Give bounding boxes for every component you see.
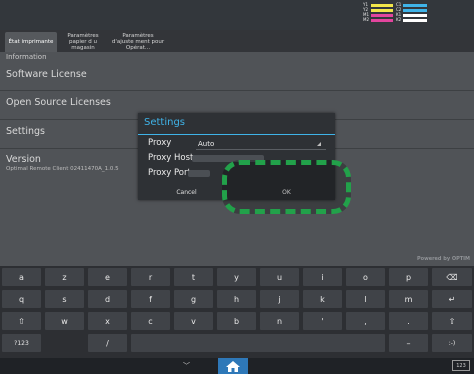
- toner-levels: Y1 Y2 M1 M2 C1 C2 K1 K2: [363, 3, 443, 28]
- key-j[interactable]: j: [260, 290, 299, 308]
- backspace-key-icon[interactable]: ⌫: [432, 268, 472, 286]
- settings-item[interactable]: Settings: [6, 126, 45, 137]
- toner-bar-y1: [371, 4, 393, 7]
- dialog-title-divider: [138, 134, 335, 135]
- key-m[interactable]: m: [389, 290, 428, 308]
- proxy-underline: [196, 149, 326, 150]
- toner-label-m2: M2: [363, 17, 369, 22]
- version-value: Optimal Remote Client 02411470A_1.0.5: [6, 166, 119, 172]
- key-g[interactable]: g: [174, 290, 213, 308]
- key-a[interactable]: a: [2, 268, 41, 286]
- key-n[interactable]: n: [260, 312, 299, 330]
- divider: [0, 90, 474, 91]
- key-z[interactable]: z: [45, 268, 84, 286]
- shift-left-key-icon[interactable]: ⇧: [2, 312, 41, 330]
- footer-strip: Powered by OPTIM: [0, 253, 474, 266]
- key-c[interactable]: c: [131, 312, 170, 330]
- navigation-bar: ﹀ 123: [0, 358, 474, 374]
- tab-printer-status[interactable]: État imprimante: [5, 32, 57, 52]
- ok-button-highlight: [222, 160, 351, 214]
- key-v[interactable]: v: [174, 312, 213, 330]
- toner-bar-c2: [403, 9, 427, 12]
- key-period[interactable]: .: [389, 312, 428, 330]
- key-u[interactable]: u: [260, 268, 299, 286]
- toner-bar-m2: [371, 19, 393, 22]
- key-i[interactable]: i: [303, 268, 342, 286]
- key-o[interactable]: o: [346, 268, 385, 286]
- shift-right-key-icon[interactable]: ⇧: [432, 312, 472, 330]
- key-f[interactable]: f: [131, 290, 170, 308]
- keyboard-mode-button[interactable]: 123: [452, 360, 470, 371]
- chevron-down-icon[interactable]: ﹀: [183, 361, 190, 371]
- proxy-port-label: Proxy Port: [148, 168, 191, 178]
- cancel-button[interactable]: Cancel: [138, 184, 235, 200]
- proxy-label: Proxy: [148, 138, 172, 148]
- key-s[interactable]: s: [45, 290, 84, 308]
- enter-key-icon[interactable]: ↵: [432, 290, 472, 308]
- key-q[interactable]: q: [2, 290, 41, 308]
- tab-adjustment-settings[interactable]: Paramètres d'ajuste ment pour Opérat...: [109, 32, 167, 52]
- key-r[interactable]: r: [131, 268, 170, 286]
- symbols-key[interactable]: ?123: [2, 334, 41, 352]
- software-license-item[interactable]: Software License: [6, 69, 87, 80]
- key-p[interactable]: p: [389, 268, 428, 286]
- home-icon[interactable]: [218, 358, 248, 374]
- key-b[interactable]: b: [217, 312, 256, 330]
- dialog-title: Settings: [144, 117, 186, 128]
- key-x[interactable]: x: [88, 312, 127, 330]
- key-d[interactable]: d: [88, 290, 127, 308]
- toner-bar-k1: [403, 14, 427, 17]
- toner-bar-m1: [371, 14, 393, 17]
- key-l[interactable]: l: [346, 290, 385, 308]
- space-bar[interactable]: [131, 334, 385, 352]
- dropdown-arrow-icon: [317, 142, 321, 146]
- tab-bar: État imprimante Paramètres papier d u ma…: [0, 30, 474, 52]
- brand-logo: Powered by OPTIM: [416, 256, 470, 262]
- proxy-port-field[interactable]: [188, 170, 210, 177]
- proxy-host-label: Proxy Host: [148, 153, 194, 163]
- key-comma[interactable]: ,: [346, 312, 385, 330]
- key-slash[interactable]: /: [88, 334, 127, 352]
- key-y[interactable]: y: [217, 268, 256, 286]
- information-header: Information: [6, 53, 47, 61]
- key-t[interactable]: t: [174, 268, 213, 286]
- toner-bar-k2: [403, 19, 427, 22]
- key-h[interactable]: h: [217, 290, 256, 308]
- tab-tray-paper-settings[interactable]: Paramètres papier d u magasin: [57, 32, 109, 52]
- version-label: Version: [6, 154, 41, 165]
- smiley-key[interactable]: :-): [432, 334, 472, 352]
- status-bar: Y1 Y2 M1 M2 C1 C2 K1 K2: [0, 0, 474, 30]
- key-apostrophe[interactable]: ': [303, 312, 342, 330]
- toner-bar-y2: [371, 9, 393, 12]
- key-k[interactable]: k: [303, 290, 342, 308]
- toner-label-k2: K2: [396, 17, 402, 22]
- onscreen-keyboard: a z e r t y u i o p ⌫ q s d f g h j k l …: [0, 266, 474, 358]
- toner-bar-c1: [403, 4, 427, 7]
- key-e[interactable]: e: [88, 268, 127, 286]
- open-source-licenses-item[interactable]: Open Source Licenses: [6, 97, 111, 108]
- proxy-select[interactable]: Auto: [198, 140, 214, 148]
- key-w[interactable]: w: [45, 312, 84, 330]
- key-dash[interactable]: –: [389, 334, 428, 352]
